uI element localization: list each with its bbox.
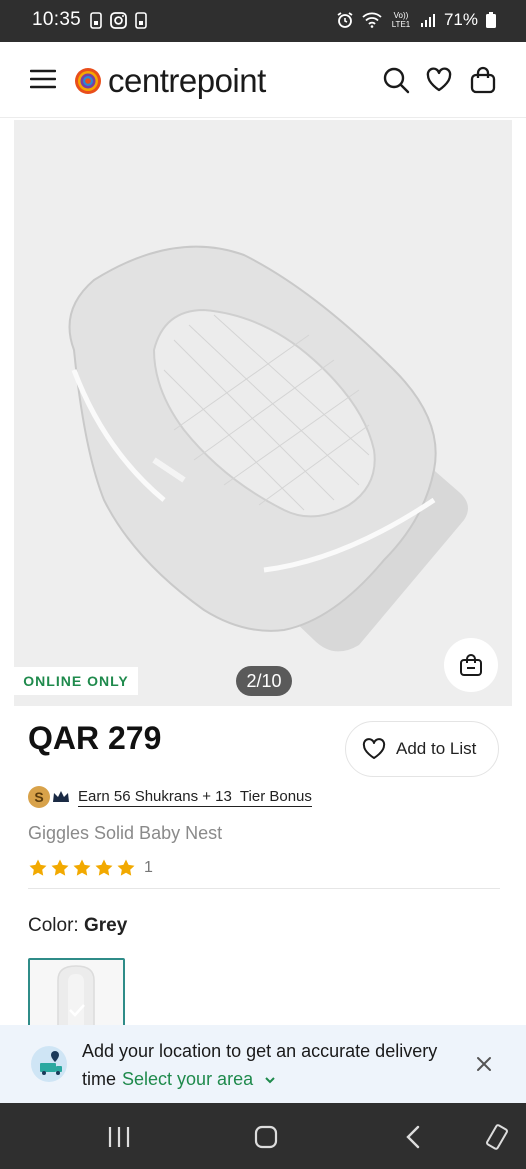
heart-icon	[362, 738, 386, 759]
shukran-earn-link[interactable]: Earn 56 Shukrans + 13 Tier Bonus	[78, 788, 312, 807]
image-counter: 2/10	[236, 666, 292, 696]
network-label: Vo)) LTE1	[391, 11, 411, 29]
alarm-icon	[337, 12, 353, 28]
product-image-gallery[interactable]	[14, 120, 512, 706]
color-label-row: Color: Grey	[28, 915, 127, 937]
star-icon	[95, 859, 113, 876]
location-banner: Add your location to get an accurate del…	[0, 1025, 526, 1103]
swatch-thumbnail	[57, 965, 95, 1026]
brand-name: centrepoint	[108, 62, 266, 99]
shukran-row: S Earn 56 Shukrans + 13 Tier Bonus	[28, 786, 312, 808]
battery-icon	[486, 12, 496, 28]
location-truck-icon	[31, 1046, 67, 1082]
crown-icon	[53, 791, 69, 802]
product-name: Giggles Solid Baby Nest	[28, 823, 223, 843]
status-bar: 10:35 Vo)) LTE1 71%	[0, 0, 526, 42]
color-value: Grey	[83, 915, 128, 936]
wifi-icon	[362, 12, 382, 28]
close-icon[interactable]	[474, 1054, 494, 1074]
heart-icon[interactable]	[425, 66, 453, 94]
sim-icon-2	[135, 12, 147, 29]
star-icon	[29, 859, 47, 876]
bag-icon	[460, 654, 482, 676]
divider	[28, 888, 500, 889]
star-icon	[73, 859, 91, 876]
sim-icon	[90, 12, 102, 29]
color-swatch-grey[interactable]	[28, 958, 125, 1028]
recent-apps-icon[interactable]	[105, 1123, 133, 1151]
brand-logo[interactable]: centrepoint	[74, 62, 266, 100]
back-icon[interactable]	[400, 1123, 428, 1151]
logo-mark-icon	[75, 68, 101, 94]
rating-row[interactable]: 1	[28, 858, 153, 878]
location-message: Add your location to get an accurate del…	[82, 1037, 442, 1093]
shukran-coin-icon: S	[28, 786, 50, 808]
rotate-icon[interactable]	[483, 1123, 511, 1151]
status-time: 10:35	[32, 9, 82, 30]
star-icon	[51, 859, 69, 876]
bag-icon[interactable]	[469, 66, 497, 94]
select-area-label: Select your area	[122, 1069, 254, 1089]
battery-percent: 71%	[443, 10, 478, 29]
home-icon[interactable]	[252, 1123, 280, 1151]
chevron-down-icon	[265, 1077, 275, 1084]
rating-count: 1	[144, 859, 153, 876]
status-left-icons	[90, 12, 147, 29]
status-right-icons: Vo)) LTE1 71%	[336, 10, 496, 30]
online-only-badge: ONLINE ONLY	[14, 667, 138, 695]
signal-icon	[420, 14, 435, 27]
instagram-icon	[110, 12, 127, 29]
color-label: Color:	[28, 915, 79, 936]
add-to-list-label: Add to List	[396, 739, 477, 758]
product-price: QAR 279	[28, 720, 162, 756]
search-icon[interactable]	[382, 66, 410, 94]
quick-add-bag-button[interactable]	[444, 638, 498, 692]
add-to-list-button[interactable]: Add to List	[345, 721, 499, 777]
select-area-link[interactable]: Select your area	[122, 1069, 276, 1089]
system-nav-bar	[0, 1103, 526, 1169]
app-header: centrepoint	[0, 42, 526, 118]
star-icon	[117, 859, 135, 876]
menu-icon[interactable]	[30, 68, 56, 90]
product-image	[68, 245, 468, 652]
